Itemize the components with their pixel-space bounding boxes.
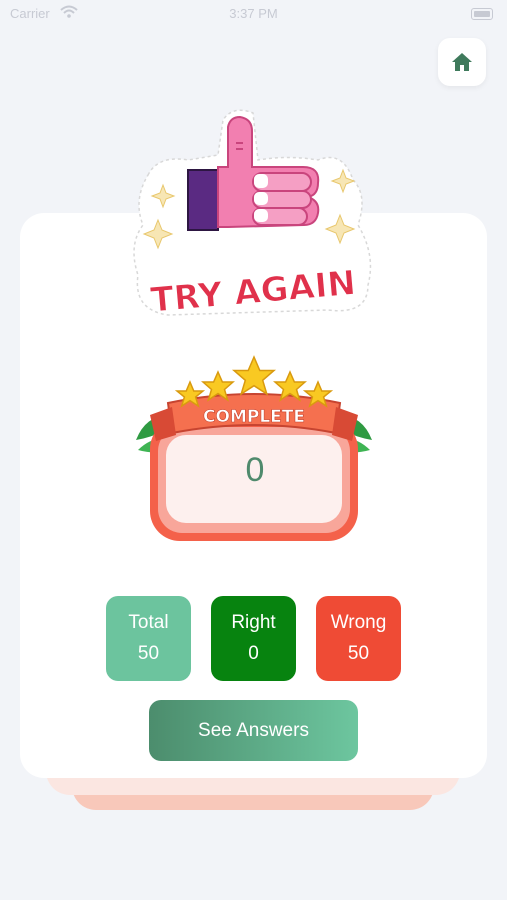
status-bar: Carrier 3:37 PM (0, 0, 507, 30)
stat-wrong-value: 50 (347, 642, 370, 664)
badge-label: COMPLETE (203, 407, 305, 427)
stat-total-label: Total (128, 612, 169, 634)
see-answers-button[interactable]: See Answers (149, 700, 358, 761)
stat-right-card: Right 0 (211, 596, 296, 681)
stat-total-value: 50 (137, 642, 160, 664)
stat-right-label: Right (231, 612, 276, 634)
stat-total-card: Total 50 (106, 596, 191, 681)
stat-wrong-label: Wrong (330, 612, 387, 634)
home-icon (452, 53, 472, 71)
battery-icon (471, 8, 493, 20)
status-time: 3:37 PM (229, 6, 278, 21)
star-icon (231, 355, 277, 396)
stat-right-value: 0 (248, 642, 259, 664)
home-button[interactable] (438, 38, 486, 86)
stat-wrong-card: Wrong 50 (316, 596, 401, 681)
try-again-sticker: TRY AGAIN (133, 109, 372, 321)
score-value: 0 (245, 450, 265, 489)
